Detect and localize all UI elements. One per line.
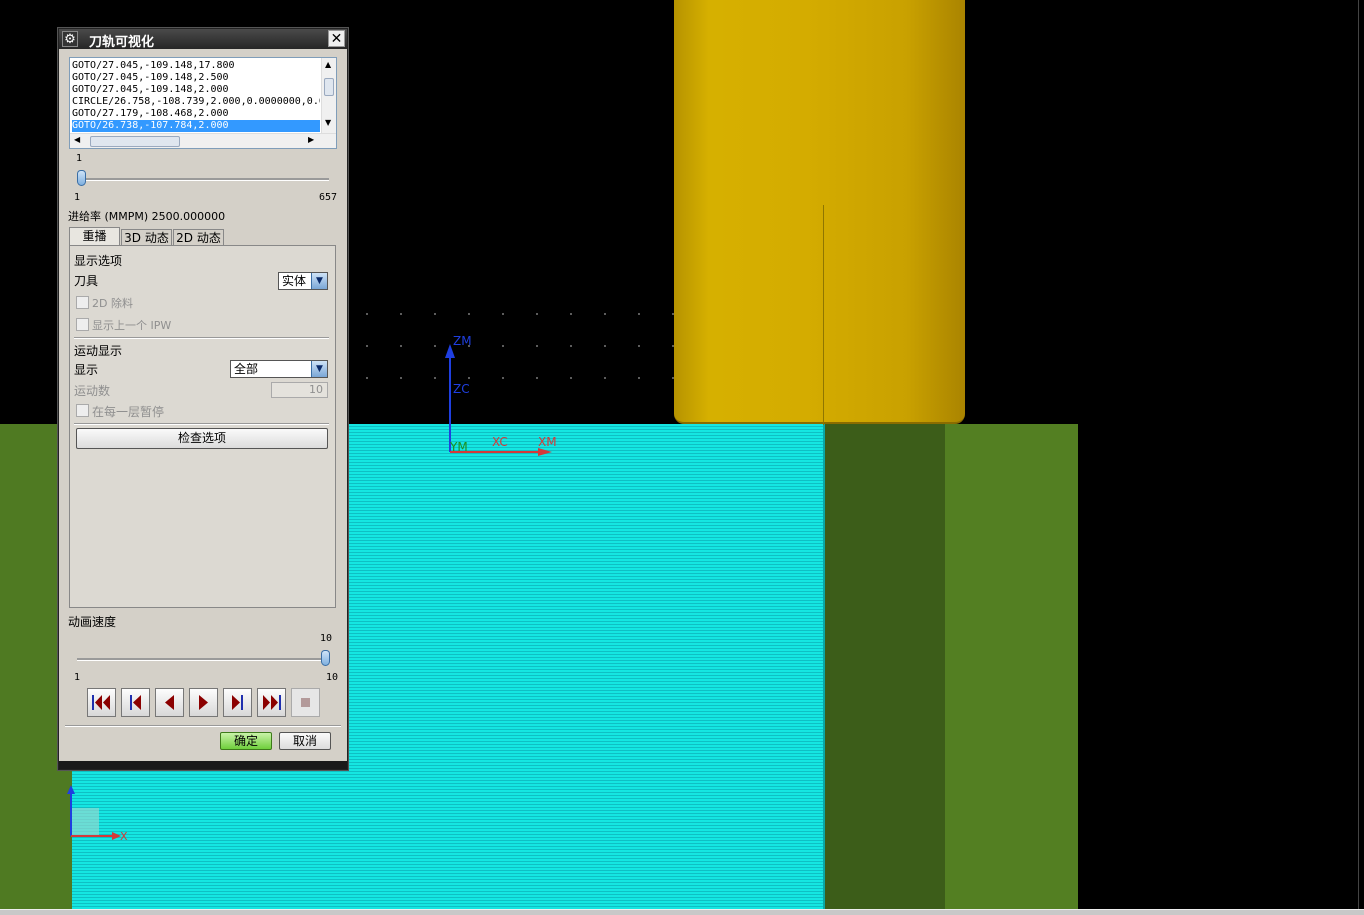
list-item[interactable]: GOTO/27.179,-108.468,2.000	[72, 108, 320, 120]
last-icon	[263, 695, 281, 710]
display-value: 全部	[234, 362, 259, 376]
chevron-down-icon[interactable]: ▼	[311, 273, 327, 289]
speed-current-value: 10	[320, 633, 333, 644]
divider	[74, 423, 329, 425]
step-slider-track[interactable]	[77, 178, 329, 181]
part-face-right	[945, 424, 1078, 910]
feed-rate-readout: 进给率 (MMPM) 2500.000000	[68, 210, 226, 223]
axis-label-zc: ZC	[453, 382, 470, 396]
tool-label: 刀具	[74, 274, 99, 288]
status-bar	[0, 909, 1364, 915]
play-forward-icon	[199, 695, 208, 710]
list-item[interactable]: GOTO/27.045,-109.148,2.500	[72, 72, 320, 84]
part-face-dark	[825, 424, 945, 910]
tool-display-value: 实体	[282, 274, 307, 288]
dialog-titlebar[interactable]: ⚙ 刀轨可视化 ✕	[59, 29, 347, 50]
grid-dots	[350, 313, 674, 315]
toolpath-list[interactable]: GOTO/27.045,-109.148,17.800 GOTO/27.045,…	[69, 57, 337, 149]
first-icon	[92, 695, 110, 710]
speed-max-label: 10	[326, 672, 339, 683]
close-icon[interactable]: ✕	[328, 30, 345, 47]
divider	[65, 725, 341, 727]
tool-center-line	[823, 205, 824, 425]
dialog-footer-bar	[59, 761, 347, 769]
first-frame-button[interactable]	[87, 688, 116, 717]
chevron-down-icon[interactable]: ▼	[311, 361, 327, 377]
speed-min-label: 1	[74, 672, 81, 683]
dialog-title: 刀轨可视化	[89, 35, 155, 50]
stop-icon	[301, 698, 310, 707]
tab-replay[interactable]: 重播	[69, 227, 120, 247]
list-vertical-scrollbar[interactable]: ▲ ▼	[321, 58, 336, 134]
scroll-down-icon[interactable]: ▼	[325, 118, 331, 127]
display-label: 显示	[74, 363, 99, 377]
scroll-right-icon[interactable]: ▶	[308, 135, 314, 144]
gear-icon[interactable]: ⚙	[62, 31, 78, 47]
scroll-up-icon[interactable]: ▲	[325, 60, 331, 69]
triad-label-x: X	[120, 830, 128, 843]
scroll-thumb[interactable]	[324, 78, 334, 96]
viewport-border	[1358, 0, 1364, 909]
scroll-left-icon[interactable]: ◀	[74, 135, 80, 144]
motion-display-heading: 运动显示	[74, 344, 123, 358]
speed-slider-thumb[interactable]	[321, 650, 330, 666]
step-forward-button[interactable]	[223, 688, 252, 717]
axis-label-xm: XM	[538, 435, 557, 449]
last-frame-button[interactable]	[257, 688, 286, 717]
checkbox-pause-each-layer[interactable]	[76, 404, 89, 417]
step-current-value: 1	[76, 153, 83, 164]
step-forward-icon	[232, 695, 243, 710]
stop-button[interactable]	[291, 688, 320, 717]
speed-slider-track[interactable]	[77, 658, 329, 661]
play-reverse-icon	[165, 695, 174, 710]
animation-speed-label: 动画速度	[68, 615, 117, 629]
axis-label-xc: XC	[492, 435, 508, 449]
list-item[interactable]: CIRCLE/26.758,-108.739,2.000,0.0000000,0…	[72, 96, 320, 108]
cutting-tool	[674, 0, 965, 424]
checkbox-2d-remove-label: 2D 除料	[92, 297, 133, 310]
list-item[interactable]: GOTO/27.045,-109.148,17.800	[72, 60, 320, 72]
divider	[74, 337, 329, 339]
display-options-heading: 显示选项	[74, 254, 123, 268]
step-min-label: 1	[74, 192, 81, 203]
step-max-label: 657	[319, 192, 338, 203]
step-back-button[interactable]	[121, 688, 150, 717]
checkbox-show-prev-ipw[interactable]	[76, 318, 89, 331]
list-horizontal-scrollbar[interactable]: ◀ ▶	[70, 133, 336, 148]
tool-display-select[interactable]: 实体 ▼	[278, 272, 328, 290]
motion-count-field[interactable]: 10	[271, 382, 328, 398]
toolpath-visualization-dialog: ⚙ 刀轨可视化 ✕ GOTO/27.045,-109.148,17.800 GO…	[58, 28, 348, 770]
list-item[interactable]: GOTO/27.045,-109.148,2.000	[72, 84, 320, 96]
axis-label-zm: ZM	[453, 334, 472, 348]
step-slider-thumb[interactable]	[77, 170, 86, 186]
checkbox-show-prev-ipw-label: 显示上一个 IPW	[92, 319, 172, 332]
cancel-button[interactable]: 取消	[279, 732, 331, 750]
scroll-thumb[interactable]	[90, 136, 180, 147]
check-options-button[interactable]: 检查选项	[76, 428, 328, 449]
list-item-selected[interactable]: GOTO/26.738,-107.784,2.000	[72, 120, 320, 132]
axis-label-ym: YM	[450, 440, 468, 454]
checkbox-pause-each-layer-label: 在每一层暂停	[92, 405, 165, 419]
step-back-icon	[130, 695, 141, 710]
ok-button[interactable]: 确定	[220, 732, 272, 750]
play-forward-button[interactable]	[189, 688, 218, 717]
checkbox-2d-remove[interactable]	[76, 296, 89, 309]
display-select[interactable]: 全部 ▼	[230, 360, 328, 378]
play-reverse-button[interactable]	[155, 688, 184, 717]
motion-count-label: 运动数	[74, 384, 111, 398]
replay-panel: 显示选项 刀具 实体 ▼ 2D 除料 显示上一个 IPW 运动显示 显示 全部 …	[69, 245, 336, 608]
